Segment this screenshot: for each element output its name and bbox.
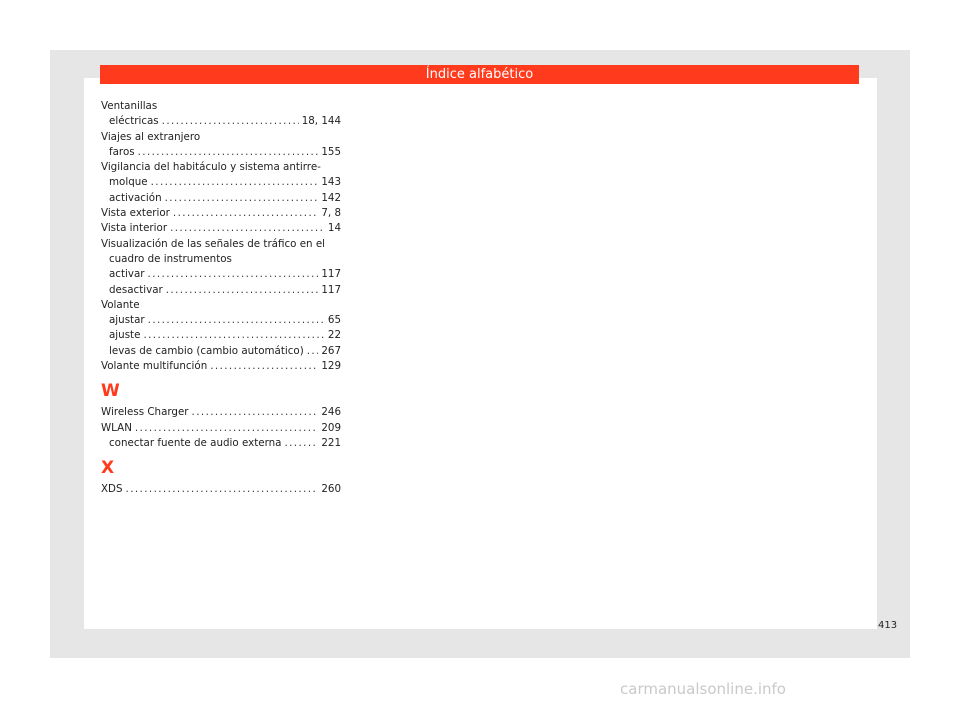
dot-leader: ........................................… — [306, 344, 319, 357]
section-title: Índice alfabético — [425, 67, 534, 82]
index-entry-page: 129 — [321, 360, 341, 373]
index-entry-page: 246 — [321, 406, 341, 419]
index-entry-page: 142 — [321, 191, 341, 204]
dot-leader: ........................................… — [137, 145, 319, 158]
index-heading: Visualización de las señales de tráfico … — [101, 237, 326, 250]
index-entry-page: 22 — [327, 329, 341, 342]
index-entry-label: Volante multifunción — [101, 360, 208, 373]
index-entry-page: 221 — [321, 436, 341, 449]
index-entry-label: desactivar — [109, 283, 163, 296]
index-entry-page: 65 — [327, 314, 341, 327]
index-entry-label: conectar fuente de audio externa — [109, 436, 282, 449]
index-entry: activación..............................… — [101, 191, 341, 206]
dot-leader: ........................................… — [134, 421, 318, 434]
index-entry: conectar fuente de audio externa........… — [101, 436, 341, 451]
dot-leader: ........................................… — [161, 115, 299, 128]
dot-leader: ........................................… — [172, 207, 318, 220]
index-heading: Viajes al extranjero — [101, 130, 201, 143]
index-entry: Vista interior..........................… — [101, 221, 341, 236]
index-entry-label: activación — [109, 191, 162, 204]
index-entry: desactivar..............................… — [101, 283, 341, 298]
dot-leader: ........................................… — [210, 360, 318, 373]
index-entry-page: 117 — [321, 283, 341, 296]
index-entry-label: faros — [109, 145, 135, 158]
index-heading: Volante — [101, 298, 140, 311]
index-entry-label: XDS — [101, 483, 123, 496]
dot-leader: ........................................… — [150, 176, 319, 189]
watermark-text: carmanualsonline.info — [620, 680, 786, 698]
index-entry-page: 267 — [321, 344, 341, 357]
index-entry-label: Vista interior — [101, 222, 168, 235]
index-entry-page: 260 — [321, 483, 341, 496]
dot-leader: ........................................… — [125, 483, 319, 496]
index-entry: Vista exterior..........................… — [101, 206, 341, 221]
index-entry-page: 209 — [321, 421, 341, 434]
index-heading: Vigilancia del habitáculo y sistema anti… — [101, 161, 321, 174]
index-heading: Ventanillas — [101, 100, 158, 112]
index-entry: Wireless Charger........................… — [101, 405, 341, 420]
index-entry-label: molque — [109, 176, 148, 189]
index-entry-page: 18, 144 — [301, 115, 341, 128]
index-entry-page: 117 — [321, 268, 341, 281]
index-heading: cuadro de instrumentos — [109, 252, 232, 265]
index-entry-page: 155 — [321, 145, 341, 158]
index-entry: ajustar.................................… — [101, 313, 341, 328]
section-header-bar: Índice alfabético — [100, 65, 859, 84]
index-entry: WLAN....................................… — [101, 421, 341, 436]
index-entry-label: eléctricas — [109, 115, 159, 128]
index-entry: faros...................................… — [101, 145, 341, 160]
index-entry-page: 7, 8 — [321, 207, 341, 220]
page-number: 413 — [878, 620, 898, 631]
dot-leader: ........................................… — [284, 436, 318, 449]
dot-leader: ........................................… — [147, 314, 325, 327]
index-letter-heading: W — [101, 381, 120, 402]
index-entry-label: WLAN — [101, 421, 132, 434]
index-letter-heading: X — [101, 458, 115, 479]
index-entry: levas de cambio (cambio automático).....… — [101, 344, 341, 359]
index-entry: activar.................................… — [101, 267, 341, 282]
index-entry: Volante multifunción....................… — [101, 359, 341, 374]
dot-leader: ........................................… — [170, 222, 325, 235]
dot-leader: ........................................… — [143, 329, 325, 342]
dot-leader: ........................................… — [147, 268, 319, 281]
index-entry-label: ajustar — [109, 314, 145, 327]
index-entry: XDS.....................................… — [101, 482, 341, 497]
index-entry: ajuste..................................… — [101, 328, 341, 343]
index-entry-page: 143 — [321, 176, 341, 189]
index-entry-label: levas de cambio (cambio automático) — [109, 344, 304, 357]
index-entry-label: activar — [109, 268, 145, 281]
index-entry-label: Wireless Charger — [101, 406, 189, 419]
dot-leader: ........................................… — [191, 406, 319, 419]
index-entry-label: ajuste — [109, 329, 141, 342]
index-column: Ventanillas eléctricas...................… — [101, 99, 341, 498]
dot-leader: ........................................… — [164, 191, 319, 204]
dot-leader: ........................................… — [165, 283, 319, 296]
index-entry-label: Vista exterior — [101, 207, 170, 220]
index-entry: eléctricas..............................… — [101, 114, 341, 129]
index-entry: molque..................................… — [101, 175, 341, 190]
index-entry-page: 14 — [327, 222, 341, 235]
